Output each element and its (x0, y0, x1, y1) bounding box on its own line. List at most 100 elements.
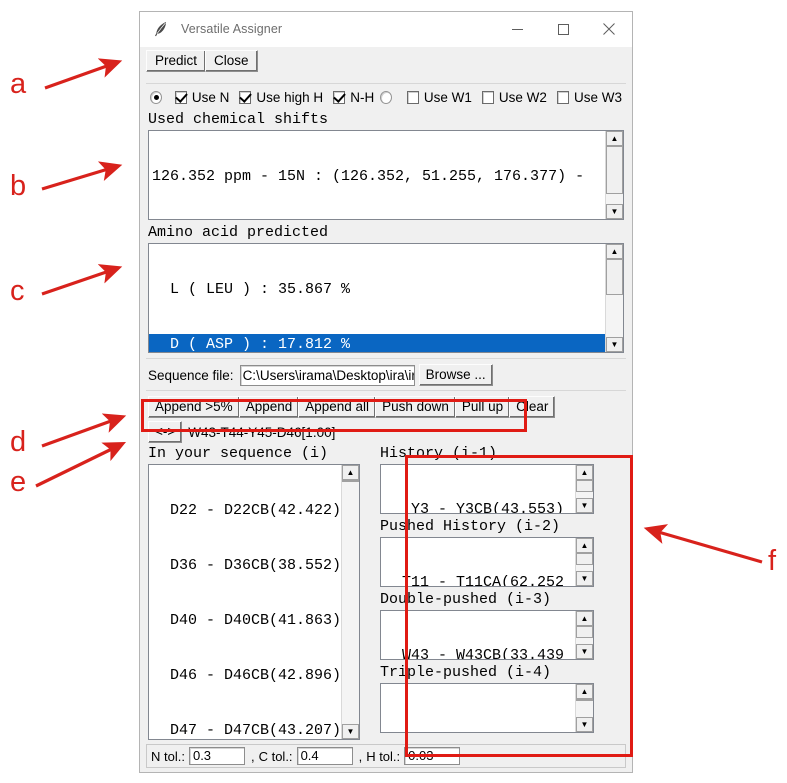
radio-mode-left[interactable] (150, 90, 163, 104)
annotation-label-c: c (10, 275, 25, 307)
scroll-down-icon[interactable]: ▼ (576, 644, 593, 659)
in-sequence-pane: In your sequence (i) D22 - D22CB(42.422)… (140, 444, 368, 740)
list-item[interactable]: D36 - D36CB(38.552) D36 (149, 555, 341, 576)
scroll-down-icon[interactable]: ▼ (606, 204, 623, 219)
history-heading: History (i-1) (380, 445, 498, 462)
scroll-up-icon[interactable]: ▲ (342, 465, 359, 480)
scroll-down-icon[interactable]: ▼ (342, 724, 359, 739)
maximize-icon[interactable] (540, 12, 586, 46)
list-item[interactable]: D46 - D46CB(42.896) D46 (149, 665, 341, 686)
close-icon[interactable] (586, 12, 632, 46)
scroll-down-icon[interactable]: ▼ (576, 498, 593, 513)
scroll-track[interactable] (576, 699, 593, 717)
results-panes: In your sequence (i) D22 - D22CB(42.422)… (140, 444, 632, 740)
scroll-track[interactable] (576, 553, 593, 571)
amino-acid-predicted-heading: Amino acid predicted (148, 224, 329, 241)
append-button[interactable]: Append (238, 396, 300, 418)
predict-button[interactable]: Predict (146, 50, 207, 72)
clear-button[interactable]: Clear (509, 396, 556, 418)
history-listbox[interactable]: Y3 - Y3CB(43.553) Y33 - Y33CB(38.922 ▲ ▼ (380, 464, 594, 514)
swap-button[interactable]: <-> (148, 421, 183, 443)
checkbox-use-high-h[interactable] (239, 90, 252, 104)
annotation-label-a: a (10, 68, 27, 100)
scroll-down-icon[interactable]: ▼ (606, 337, 623, 352)
scroll-down-icon[interactable]: ▼ (576, 571, 593, 586)
scroll-track[interactable] (606, 259, 623, 337)
double-pushed-scrollbar[interactable]: ▲ ▼ (575, 611, 593, 659)
scroll-thumb[interactable] (576, 626, 593, 638)
browse-button[interactable]: Browse ... (418, 364, 493, 386)
scroll-thumb[interactable] (576, 480, 593, 492)
scroll-up-icon[interactable]: ▲ (576, 538, 593, 553)
list-item[interactable]: Y3 - Y3CB(43.553) (381, 500, 575, 513)
window-title: Versatile Assigner (181, 22, 283, 36)
triple-pushed-listbox[interactable]: ▲ ▼ (380, 683, 594, 733)
scroll-up-icon[interactable]: ▲ (606, 244, 623, 259)
scroll-track[interactable] (576, 626, 593, 644)
scroll-thumb[interactable] (576, 699, 593, 701)
used-chemical-shifts-heading: Used chemical shifts (148, 111, 329, 128)
list-item[interactable]: D40 - D40CB(41.863) D40 (149, 610, 341, 631)
radio-mode-right[interactable] (380, 90, 393, 104)
minimize-icon[interactable] (494, 12, 540, 46)
checkbox-use-w1-label: Use W1 (423, 89, 472, 105)
action-button-bar: Append >5% Append Append all Push down P… (140, 396, 632, 418)
push-down-button[interactable]: Push down (375, 396, 456, 418)
amino-acid-listbox[interactable]: L ( LEU ) : 35.867 % D ( ASP ) : 17.812 … (148, 243, 624, 353)
amino-acid-scrollbar[interactable]: ▲ ▼ (605, 244, 623, 352)
history-scrollbar[interactable]: ▲ ▼ (575, 465, 593, 513)
list-item[interactable]: W43 - W43CB(33.439 (381, 646, 575, 659)
append-over-5-percent-button[interactable]: Append >5% (148, 396, 240, 418)
triple-pushed-items (381, 684, 575, 732)
used-shifts-scrollbar[interactable]: ▲ ▼ (605, 131, 623, 219)
list-item[interactable]: D47 - D47CB(43.207) D47 (149, 720, 341, 739)
list-item[interactable]: L ( LEU ) : 35.867 % (149, 279, 605, 300)
scroll-thumb[interactable] (576, 553, 593, 565)
annotation-label-f: f (768, 545, 777, 577)
close-button[interactable]: Close (205, 50, 258, 72)
scroll-track[interactable] (606, 146, 623, 204)
append-all-button[interactable]: Append all (298, 396, 377, 418)
scroll-up-icon[interactable]: ▲ (576, 684, 593, 699)
list-item-selected[interactable]: D ( ASP ) : 17.812 % (149, 334, 605, 352)
versatile-assigner-window: Versatile Assigner Predict Close Use N U… (139, 11, 633, 773)
annotation-label-b: b (10, 170, 27, 202)
scroll-track[interactable] (576, 480, 593, 498)
pull-up-button[interactable]: Pull up (454, 396, 511, 418)
in-sequence-scrollbar[interactable]: ▲ ▼ (341, 465, 359, 739)
pushed-history-listbox[interactable]: T11 - T11CA(62.252 T16 - T16CG2(20.26 ▲ … (380, 537, 594, 587)
h-tolerance-input[interactable]: 0.03 (404, 747, 461, 765)
checkbox-use-n[interactable] (174, 90, 187, 104)
h-tolerance-label: H tol.: (366, 748, 401, 764)
pushed-history-scrollbar[interactable]: ▲ ▼ (575, 538, 593, 586)
list-item[interactable]: 126.352 ppm - 15N : (126.352, 51.255, 17… (149, 166, 605, 187)
double-pushed-listbox[interactable]: W43 - W43CB(33.439 Y3 - Y3CB(43.553) ▲ ▼ (380, 610, 594, 660)
c-tolerance-input[interactable]: 0.4 (296, 747, 353, 765)
checkbox-use-n-label: Use N (191, 89, 230, 105)
used-chemical-shifts-items: 126.352 ppm - 15N : (126.352, 51.255, 17… (149, 131, 605, 219)
checkbox-use-w2[interactable] (481, 90, 494, 104)
scroll-thumb[interactable] (606, 259, 623, 295)
scroll-thumb[interactable] (606, 146, 623, 194)
in-sequence-listbox[interactable]: D22 - D22CB(42.422) D22 D36 - D36CB(38.5… (148, 464, 360, 740)
scroll-up-icon[interactable]: ▲ (606, 131, 623, 146)
scroll-up-icon[interactable]: ▲ (576, 465, 593, 480)
list-item[interactable]: T11 - T11CA(62.252 (381, 573, 575, 586)
in-sequence-heading: In your sequence (i) (148, 445, 329, 462)
pushed-history-heading: Pushed History (i-2) (380, 518, 561, 535)
scroll-up-icon[interactable]: ▲ (576, 611, 593, 626)
checkbox-use-w3[interactable] (556, 90, 569, 104)
scroll-thumb[interactable] (342, 480, 359, 482)
scroll-down-icon[interactable]: ▼ (576, 717, 593, 732)
section-separator-2 (146, 390, 626, 391)
triple-pushed-scrollbar[interactable]: ▲ ▼ (575, 684, 593, 732)
list-item[interactable]: D22 - D22CB(42.422) D22 (149, 500, 341, 521)
scroll-track[interactable] (342, 480, 359, 724)
history-items: Y3 - Y3CB(43.553) Y33 - Y33CB(38.922 (381, 465, 575, 513)
n-tolerance-input[interactable]: 0.3 (188, 747, 245, 765)
checkbox-use-w1[interactable] (406, 90, 419, 104)
used-chemical-shifts-listbox[interactable]: 126.352 ppm - 15N : (126.352, 51.255, 17… (148, 130, 624, 220)
checkbox-n-h[interactable] (333, 90, 346, 104)
double-pushed-items: W43 - W43CB(33.439 Y3 - Y3CB(43.553) (381, 611, 575, 659)
sequence-file-input[interactable]: C:\Users\irama\Desktop\ira\ira (239, 364, 415, 386)
